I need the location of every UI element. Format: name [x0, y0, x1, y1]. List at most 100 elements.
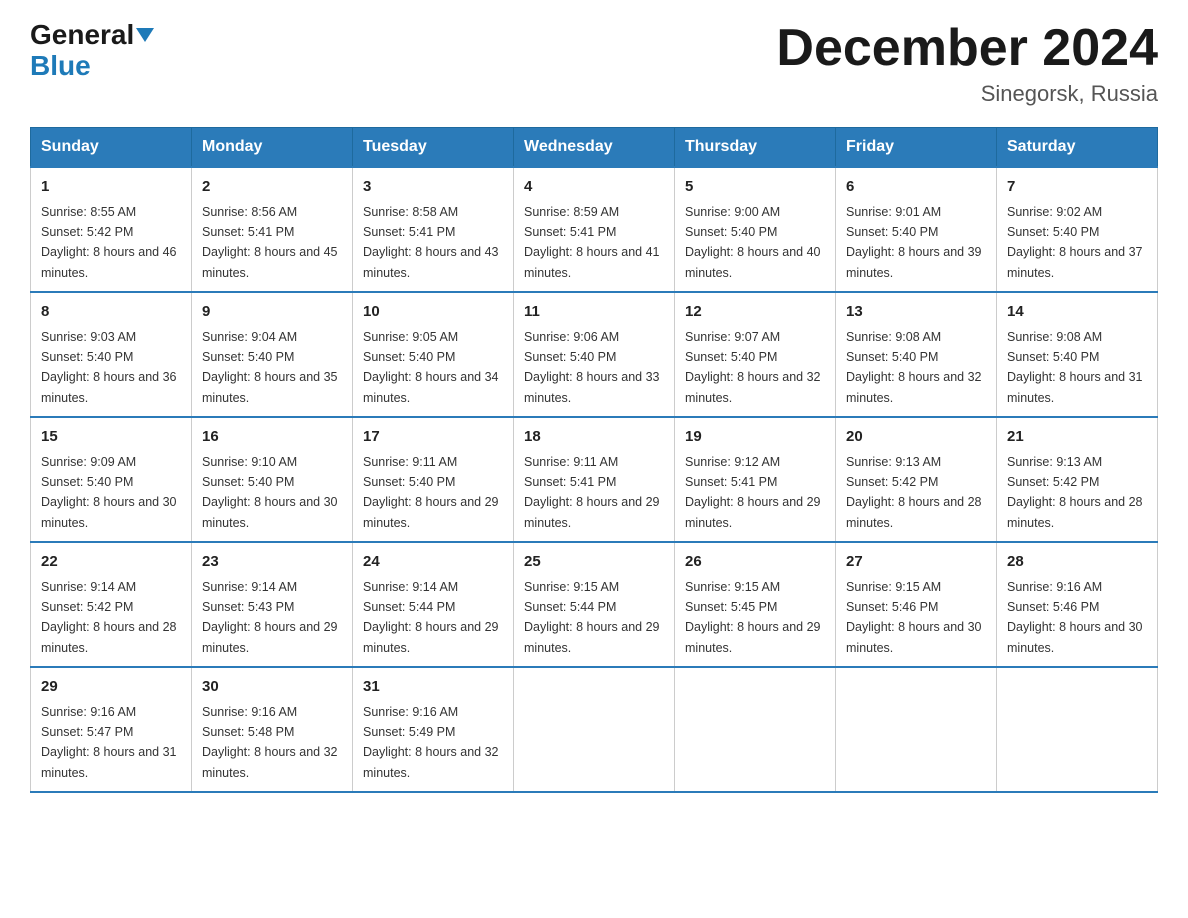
day-info: Sunrise: 9:01 AMSunset: 5:40 PMDaylight:…	[846, 205, 982, 280]
calendar-cell: 15 Sunrise: 9:09 AMSunset: 5:40 PMDaylig…	[31, 417, 192, 542]
calendar-cell: 6 Sunrise: 9:01 AMSunset: 5:40 PMDayligh…	[836, 167, 997, 292]
day-info: Sunrise: 9:09 AMSunset: 5:40 PMDaylight:…	[41, 455, 177, 530]
logo: General Blue	[30, 20, 154, 82]
logo-general: General	[30, 19, 134, 50]
day-number: 13	[846, 301, 986, 324]
calendar-cell: 27 Sunrise: 9:15 AMSunset: 5:46 PMDaylig…	[836, 542, 997, 667]
calendar-cell: 8 Sunrise: 9:03 AMSunset: 5:40 PMDayligh…	[31, 292, 192, 417]
calendar-cell: 24 Sunrise: 9:14 AMSunset: 5:44 PMDaylig…	[353, 542, 514, 667]
day-number: 6	[846, 176, 986, 199]
calendar-cell	[675, 667, 836, 792]
day-info: Sunrise: 9:16 AMSunset: 5:48 PMDaylight:…	[202, 705, 338, 780]
day-info: Sunrise: 9:06 AMSunset: 5:40 PMDaylight:…	[524, 330, 660, 405]
day-number: 21	[1007, 426, 1147, 449]
day-info: Sunrise: 9:14 AMSunset: 5:44 PMDaylight:…	[363, 580, 499, 655]
calendar-cell	[997, 667, 1158, 792]
calendar-cell: 10 Sunrise: 9:05 AMSunset: 5:40 PMDaylig…	[353, 292, 514, 417]
day-number: 30	[202, 676, 342, 699]
day-number: 11	[524, 301, 664, 324]
calendar-table: Sunday Monday Tuesday Wednesday Thursday…	[30, 127, 1158, 793]
day-number: 17	[363, 426, 503, 449]
calendar-cell: 9 Sunrise: 9:04 AMSunset: 5:40 PMDayligh…	[192, 292, 353, 417]
calendar-cell: 18 Sunrise: 9:11 AMSunset: 5:41 PMDaylig…	[514, 417, 675, 542]
day-number: 5	[685, 176, 825, 199]
day-number: 25	[524, 551, 664, 574]
location: Sinegorsk, Russia	[776, 81, 1158, 107]
calendar-header-row: Sunday Monday Tuesday Wednesday Thursday…	[31, 128, 1158, 168]
day-number: 8	[41, 301, 181, 324]
calendar-cell: 25 Sunrise: 9:15 AMSunset: 5:44 PMDaylig…	[514, 542, 675, 667]
day-info: Sunrise: 9:16 AMSunset: 5:49 PMDaylight:…	[363, 705, 499, 780]
day-number: 22	[41, 551, 181, 574]
calendar-week-3: 15 Sunrise: 9:09 AMSunset: 5:40 PMDaylig…	[31, 417, 1158, 542]
day-number: 12	[685, 301, 825, 324]
header-friday: Friday	[836, 128, 997, 168]
calendar-cell: 29 Sunrise: 9:16 AMSunset: 5:47 PMDaylig…	[31, 667, 192, 792]
calendar-cell: 28 Sunrise: 9:16 AMSunset: 5:46 PMDaylig…	[997, 542, 1158, 667]
page-header: General Blue December 2024 Sinegorsk, Ru…	[30, 20, 1158, 107]
calendar-cell: 13 Sunrise: 9:08 AMSunset: 5:40 PMDaylig…	[836, 292, 997, 417]
logo-blue: Blue	[30, 50, 91, 81]
day-info: Sunrise: 8:59 AMSunset: 5:41 PMDaylight:…	[524, 205, 660, 280]
day-number: 19	[685, 426, 825, 449]
calendar-cell: 14 Sunrise: 9:08 AMSunset: 5:40 PMDaylig…	[997, 292, 1158, 417]
day-info: Sunrise: 9:00 AMSunset: 5:40 PMDaylight:…	[685, 205, 821, 280]
day-info: Sunrise: 9:07 AMSunset: 5:40 PMDaylight:…	[685, 330, 821, 405]
day-number: 31	[363, 676, 503, 699]
calendar-cell: 12 Sunrise: 9:07 AMSunset: 5:40 PMDaylig…	[675, 292, 836, 417]
day-info: Sunrise: 9:14 AMSunset: 5:42 PMDaylight:…	[41, 580, 177, 655]
calendar-cell: 16 Sunrise: 9:10 AMSunset: 5:40 PMDaylig…	[192, 417, 353, 542]
day-number: 27	[846, 551, 986, 574]
day-number: 1	[41, 176, 181, 199]
day-info: Sunrise: 8:58 AMSunset: 5:41 PMDaylight:…	[363, 205, 499, 280]
calendar-cell: 1 Sunrise: 8:55 AMSunset: 5:42 PMDayligh…	[31, 167, 192, 292]
day-number: 24	[363, 551, 503, 574]
day-info: Sunrise: 8:56 AMSunset: 5:41 PMDaylight:…	[202, 205, 338, 280]
day-number: 28	[1007, 551, 1147, 574]
header-thursday: Thursday	[675, 128, 836, 168]
day-info: Sunrise: 9:16 AMSunset: 5:46 PMDaylight:…	[1007, 580, 1143, 655]
logo-text: General Blue	[30, 20, 154, 82]
day-number: 23	[202, 551, 342, 574]
day-number: 26	[685, 551, 825, 574]
day-number: 18	[524, 426, 664, 449]
calendar-cell: 17 Sunrise: 9:11 AMSunset: 5:40 PMDaylig…	[353, 417, 514, 542]
calendar-cell: 4 Sunrise: 8:59 AMSunset: 5:41 PMDayligh…	[514, 167, 675, 292]
day-number: 3	[363, 176, 503, 199]
day-info: Sunrise: 9:11 AMSunset: 5:40 PMDaylight:…	[363, 455, 499, 530]
calendar-cell: 23 Sunrise: 9:14 AMSunset: 5:43 PMDaylig…	[192, 542, 353, 667]
calendar-cell	[514, 667, 675, 792]
logo-triangle-icon	[136, 28, 154, 42]
day-number: 7	[1007, 176, 1147, 199]
calendar-week-1: 1 Sunrise: 8:55 AMSunset: 5:42 PMDayligh…	[31, 167, 1158, 292]
day-number: 14	[1007, 301, 1147, 324]
calendar-week-2: 8 Sunrise: 9:03 AMSunset: 5:40 PMDayligh…	[31, 292, 1158, 417]
calendar-cell	[836, 667, 997, 792]
day-info: Sunrise: 9:11 AMSunset: 5:41 PMDaylight:…	[524, 455, 660, 530]
header-monday: Monday	[192, 128, 353, 168]
day-number: 29	[41, 676, 181, 699]
header-saturday: Saturday	[997, 128, 1158, 168]
calendar-cell: 7 Sunrise: 9:02 AMSunset: 5:40 PMDayligh…	[997, 167, 1158, 292]
day-info: Sunrise: 9:05 AMSunset: 5:40 PMDaylight:…	[363, 330, 499, 405]
day-info: Sunrise: 9:15 AMSunset: 5:44 PMDaylight:…	[524, 580, 660, 655]
day-number: 10	[363, 301, 503, 324]
calendar-cell: 22 Sunrise: 9:14 AMSunset: 5:42 PMDaylig…	[31, 542, 192, 667]
day-info: Sunrise: 9:04 AMSunset: 5:40 PMDaylight:…	[202, 330, 338, 405]
calendar-cell: 11 Sunrise: 9:06 AMSunset: 5:40 PMDaylig…	[514, 292, 675, 417]
day-info: Sunrise: 9:13 AMSunset: 5:42 PMDaylight:…	[1007, 455, 1143, 530]
day-number: 2	[202, 176, 342, 199]
day-info: Sunrise: 9:08 AMSunset: 5:40 PMDaylight:…	[846, 330, 982, 405]
day-number: 9	[202, 301, 342, 324]
header-sunday: Sunday	[31, 128, 192, 168]
calendar-cell: 30 Sunrise: 9:16 AMSunset: 5:48 PMDaylig…	[192, 667, 353, 792]
title-block: December 2024 Sinegorsk, Russia	[776, 20, 1158, 107]
calendar-week-5: 29 Sunrise: 9:16 AMSunset: 5:47 PMDaylig…	[31, 667, 1158, 792]
calendar-cell: 26 Sunrise: 9:15 AMSunset: 5:45 PMDaylig…	[675, 542, 836, 667]
calendar-cell: 19 Sunrise: 9:12 AMSunset: 5:41 PMDaylig…	[675, 417, 836, 542]
day-number: 15	[41, 426, 181, 449]
calendar-cell: 20 Sunrise: 9:13 AMSunset: 5:42 PMDaylig…	[836, 417, 997, 542]
day-info: Sunrise: 9:12 AMSunset: 5:41 PMDaylight:…	[685, 455, 821, 530]
calendar-week-4: 22 Sunrise: 9:14 AMSunset: 5:42 PMDaylig…	[31, 542, 1158, 667]
calendar-cell: 5 Sunrise: 9:00 AMSunset: 5:40 PMDayligh…	[675, 167, 836, 292]
